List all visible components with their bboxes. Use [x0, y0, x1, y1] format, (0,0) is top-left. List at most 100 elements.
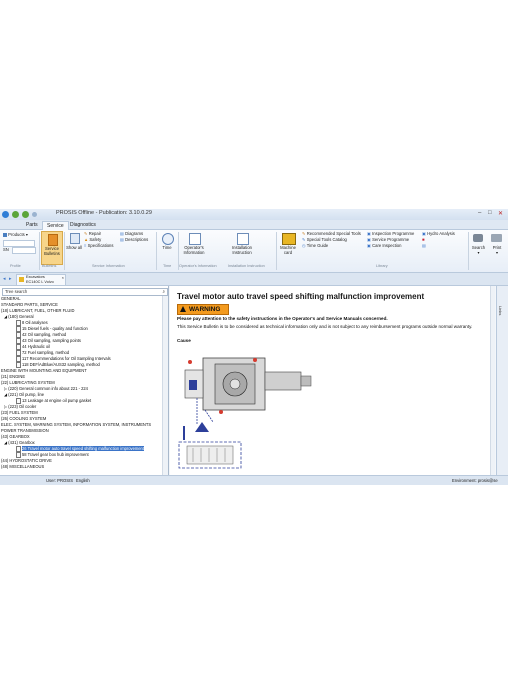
tab-diagnostics[interactable]: Diagnostics — [66, 221, 100, 229]
tree-item-label: (22) LUBRICATING SYSTEM — [1, 380, 55, 385]
catalog-icon: ✎ — [302, 237, 306, 242]
show-all-icon — [70, 233, 80, 244]
tab-service[interactable]: Service — [42, 221, 69, 230]
tree-item-label: 58 Travel gear box hub improvement — [22, 452, 89, 458]
tab-parts[interactable]: Parts — [22, 221, 42, 229]
tree-search-input[interactable]: Tree search ⌕ — [2, 288, 168, 296]
document-title: Travel motor auto travel speed shifting … — [177, 292, 425, 301]
hydro-analysis-button[interactable]: ▣ Hydro Analysis — [422, 231, 455, 237]
sn-label: SN — [3, 247, 9, 252]
search-icon[interactable]: ⌕ — [162, 289, 165, 295]
service-programme-icon: ▣ — [367, 237, 371, 242]
document-tab-strip: ◂ ▸ Excavators EC140C L Volvo × — [0, 273, 508, 286]
tree-scrollbar[interactable] — [162, 296, 168, 475]
document-icon: ▤ — [422, 243, 426, 248]
scroll-tabs-icon[interactable]: ▸ — [9, 276, 12, 282]
care-inspection-button[interactable]: ▣ Care Inspection — [367, 243, 401, 249]
specifications-button[interactable]: ≡ Specifications — [84, 243, 113, 249]
operators-information-button[interactable]: Operator's Information — [180, 231, 208, 263]
close-icon[interactable]: ✕ — [498, 210, 503, 217]
machine-card-button[interactable]: Machine card — [278, 231, 298, 263]
installation-icon — [237, 233, 249, 245]
status-bar: User: PROSIS English Environment: prosis… — [0, 475, 508, 485]
tree-item-label: (48) MISCELLANEOUS — [1, 464, 45, 469]
recommended-special-tools-button[interactable]: ✎ Recommended Special Tools — [302, 231, 361, 237]
service-bulletins-button[interactable]: Service Bulletins — [41, 231, 63, 265]
side-panel[interactable]: Links — [496, 286, 508, 475]
title-bar: PROSIS Offline - Publication: 3.10.0.29 … — [0, 209, 508, 220]
operators-manual-icon — [189, 233, 201, 245]
minimize-icon[interactable]: – — [478, 210, 481, 216]
pin-icon[interactable]: ◂ — [3, 276, 6, 282]
back-icon[interactable] — [12, 211, 19, 218]
time-guide-button[interactable]: ◷ Time Guide — [302, 243, 328, 249]
tree-item-label: STANDARD PARTS, SERVICE — [1, 302, 58, 307]
separator — [276, 232, 277, 270]
tree-item-label: 43 Oil sampling, sampling points — [22, 338, 81, 344]
tree-item-label: 118 DEF/AdBlue/AUS32 sampling, method — [22, 362, 100, 368]
product-field[interactable] — [3, 240, 35, 247]
tree-item-label: 26 Travel motor auto travel speed shifti… — [22, 446, 144, 452]
bulletin-icon — [48, 234, 58, 246]
document-viewer: Travel motor auto travel speed shifting … — [170, 286, 495, 475]
cause-heading: Cause — [177, 338, 191, 343]
excavator-icon — [19, 277, 24, 282]
show-all-button[interactable]: Show all — [66, 231, 82, 263]
travel-motor-diagram — [175, 350, 315, 470]
tree-item-label: ELEC. SYSTEM, WARNING SYSTEM, INFORMATIO… — [1, 422, 152, 427]
tree-item-label: (26) COOLING SYSTEM — [1, 416, 47, 421]
app-logo-icon[interactable] — [2, 211, 9, 218]
links-tab[interactable]: Links — [498, 306, 503, 315]
ribbon-tabs: Parts Service Diagnostics — [0, 220, 508, 230]
inspection-programme-button[interactable]: ▣ Inspection Programme — [367, 231, 414, 237]
sn-input[interactable] — [12, 247, 36, 254]
safety-button[interactable]: ▲ Safety — [84, 237, 101, 243]
tree-item[interactable]: (48) MISCELLANEOUS — [0, 464, 162, 470]
library-item-button[interactable]: ■ — [422, 237, 425, 243]
print-dropdown-icon: ▾ — [495, 250, 499, 255]
tree-item-label: 15 Diesel fuels - quality and function — [22, 326, 88, 332]
home-icon[interactable] — [32, 212, 37, 217]
tree-item-label: ◢ (221) Oil pump, line — [4, 392, 45, 397]
tree-item-label: 13 Leakage at engine oil pump gasket — [22, 398, 92, 404]
ribbon: Products ▾ SN Profile Service Bulletins … — [0, 230, 508, 273]
hydro-analysis-icon: ▣ — [422, 231, 426, 236]
bulletin-note: This Service Bulletin is to be considere… — [177, 324, 473, 329]
tree-item-label: (44) HYDROSTATIC DRIVE — [1, 458, 52, 463]
time-guide-icon: ◷ — [302, 243, 306, 248]
tree-item-label: ◢ (180) General — [4, 314, 34, 319]
tree-item-label: POWER TRANSMISSION — [1, 428, 49, 433]
library-group-label: Library — [376, 264, 388, 268]
diagrams-button[interactable]: ▤ Diagrams — [120, 231, 143, 237]
products-icon — [3, 233, 7, 237]
maximize-icon[interactable]: □ — [488, 210, 492, 216]
pdf-icon: ■ — [422, 237, 425, 242]
service-programme-button[interactable]: ▣ Service Programme — [367, 237, 409, 243]
descriptions-icon: ▤ — [120, 237, 124, 242]
descriptions-button[interactable]: ▤ Descriptions — [120, 237, 148, 243]
close-tab-icon[interactable]: × — [62, 275, 64, 280]
tree-item-label: 44 Hydraulic oil — [22, 344, 50, 350]
special-tools-catalog-button[interactable]: ✎ Special Tools Catalog — [302, 237, 347, 243]
specifications-icon: ≡ — [84, 243, 87, 248]
print-button[interactable]: Print ▾ — [488, 231, 506, 263]
machine-icon — [282, 233, 296, 245]
warning-banner: WARNING — [177, 304, 229, 315]
document-tab[interactable]: Excavators EC140C L Volvo × — [16, 274, 66, 286]
library-doc-button[interactable]: ▤ — [422, 243, 426, 249]
tree-item-label: (18) LUBRICANT, FUEL, OTHER FLUID — [1, 308, 75, 313]
tree-item-label: 117 Recommendations for Oil Sampling Int… — [22, 356, 111, 362]
time-group-label: Time — [163, 264, 172, 268]
time-button[interactable]: Time — [158, 231, 176, 263]
products-dropdown[interactable]: Products ▾ — [3, 232, 28, 238]
forward-icon[interactable] — [22, 211, 29, 218]
search-button[interactable]: Search ▾ — [470, 231, 487, 263]
document-scrollbar[interactable] — [490, 286, 495, 475]
repair-button[interactable]: ✎ Repair — [84, 231, 101, 237]
separator — [64, 232, 65, 270]
warning-icon: ▲ — [84, 237, 89, 242]
tree-item-label: ◢ (431) Gearbox — [4, 440, 35, 445]
tree-item-label: 42 Oil sampling, method — [22, 332, 67, 338]
tree-item-label: ENGINE WITH MOUNTING AND EQUIPMENT — [1, 368, 87, 373]
installation-instruction-button[interactable]: Installation Instruction — [226, 231, 258, 263]
